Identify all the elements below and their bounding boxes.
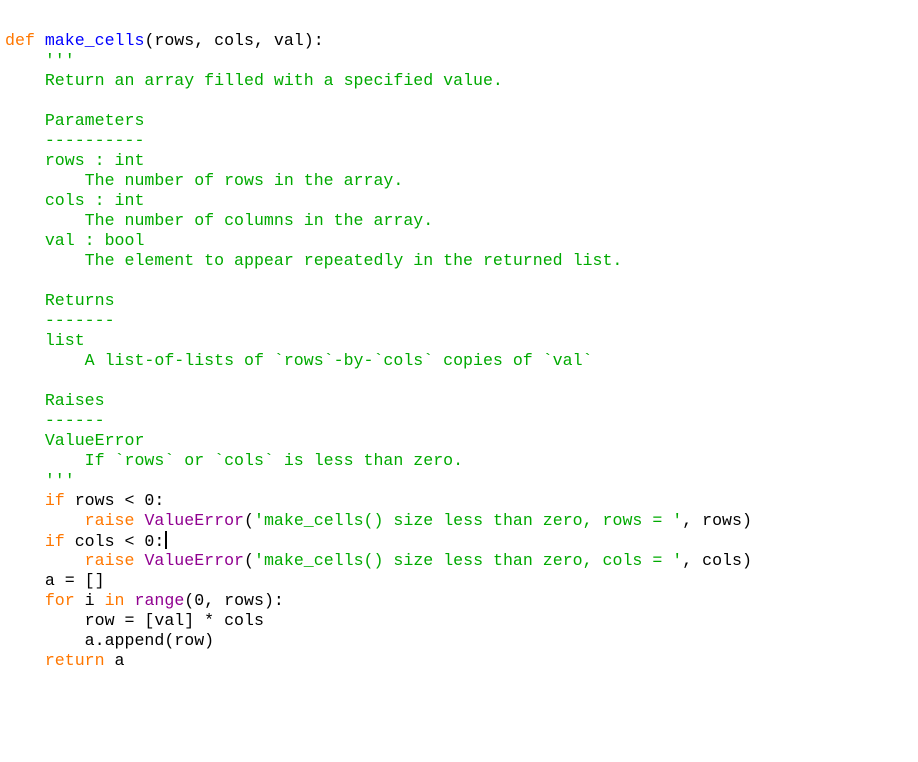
code-token: (0, rows): [184, 591, 284, 610]
code-line[interactable]: a = [] [5, 571, 752, 591]
code-line[interactable]: def make_cells(rows, cols, val): [5, 31, 752, 51]
code-line[interactable] [5, 91, 752, 111]
code-token: a.append(row) [5, 631, 215, 650]
code-editor[interactable]: def make_cells(rows, cols, val): ''' Ret… [5, 31, 752, 671]
code-line[interactable]: ''' [5, 471, 752, 491]
code-line[interactable]: Returns [5, 291, 752, 311]
code-token: , rows) [682, 511, 752, 530]
code-line[interactable]: return a [5, 651, 752, 671]
function-name-token: make_cells [44, 31, 145, 50]
string-token: ------- [5, 311, 115, 330]
code-token: ( [244, 511, 254, 530]
string-token: 'make_cells() size less than zero, cols … [254, 551, 683, 570]
code-line[interactable]: The element to appear repeatedly in the … [5, 251, 752, 271]
string-token: ---------- [5, 131, 145, 150]
code-line[interactable]: Return an array filled with a specified … [5, 71, 752, 91]
code-token: rows < 0: [64, 491, 165, 510]
string-token: val : bool [5, 231, 145, 250]
keyword-token: for [44, 591, 75, 610]
code-token: ( [244, 551, 254, 570]
string-token: Parameters [5, 111, 145, 130]
string-token: ''' [44, 51, 75, 70]
code-line[interactable]: cols : int [5, 191, 752, 211]
code-line[interactable]: row = [val] * cols [5, 611, 752, 631]
code-line[interactable]: ------ [5, 411, 752, 431]
string-token: list [5, 331, 85, 350]
keyword-token: if [44, 491, 65, 510]
string-token: rows : int [5, 151, 145, 170]
keyword-token: if [44, 532, 65, 551]
code-line[interactable]: a.append(row) [5, 631, 752, 651]
string-token: 'make_cells() size less than zero, rows … [254, 511, 683, 530]
string-token: Returns [5, 291, 115, 310]
string-token: The number of columns in the array. [5, 211, 434, 230]
string-token: The number of rows in the array. [5, 171, 404, 190]
string-token: If `rows` or `cols` is less than zero. [5, 451, 464, 470]
code-line[interactable]: If `rows` or `cols` is less than zero. [5, 451, 752, 471]
code-token: a [104, 651, 125, 670]
string-token: ------ [5, 411, 105, 430]
code-line[interactable]: A list-of-lists of `rows`-by-`cols` copi… [5, 351, 752, 371]
code-token: a = [] [5, 571, 105, 590]
string-token: cols : int [5, 191, 145, 210]
code-line[interactable]: ''' [5, 51, 752, 71]
code-line[interactable]: if rows < 0: [5, 491, 752, 511]
code-line[interactable] [5, 371, 752, 391]
keyword-token: raise [84, 511, 135, 530]
code-token: row = [val] * cols [5, 611, 264, 630]
code-line[interactable]: raise ValueError('make_cells() size less… [5, 511, 752, 531]
string-token: ''' [5, 471, 75, 490]
keyword-token: return [44, 651, 105, 670]
code-token: (rows, cols, val): [144, 31, 324, 50]
builtin-token: ValueError [144, 511, 245, 530]
keyword-token: def [5, 31, 45, 50]
string-token: The element to appear repeatedly in the … [5, 251, 623, 270]
keyword-token: raise [84, 551, 135, 570]
code-line[interactable]: ValueError [5, 431, 752, 451]
code-line[interactable]: list [5, 331, 752, 351]
string-token: A list-of-lists of `rows`-by-`cols` copi… [5, 351, 593, 370]
string-token: Raises [5, 391, 105, 410]
string-token: Return an array filled with a specified … [5, 71, 503, 90]
code-line[interactable]: Raises [5, 391, 752, 411]
code-line[interactable]: The number of columns in the array. [5, 211, 752, 231]
string-token: ValueError [5, 431, 145, 450]
code-line[interactable]: val : bool [5, 231, 752, 251]
text-cursor [165, 531, 168, 549]
code-line[interactable]: ---------- [5, 131, 752, 151]
code-line[interactable]: if cols < 0: [5, 531, 752, 551]
code-token: , cols) [682, 551, 752, 570]
code-line[interactable]: raise ValueError('make_cells() size less… [5, 551, 752, 571]
builtin-token: ValueError [144, 551, 245, 570]
code-line[interactable]: rows : int [5, 151, 752, 171]
code-line[interactable]: Parameters [5, 111, 752, 131]
code-token: i [74, 591, 105, 610]
code-line[interactable]: The number of rows in the array. [5, 171, 752, 191]
code-line[interactable]: for i in range(0, rows): [5, 591, 752, 611]
code-line[interactable] [5, 271, 752, 291]
code-line[interactable]: ------- [5, 311, 752, 331]
code-token: cols < 0: [64, 532, 165, 551]
builtin-token: range [134, 591, 185, 610]
keyword-token: in [104, 591, 125, 610]
